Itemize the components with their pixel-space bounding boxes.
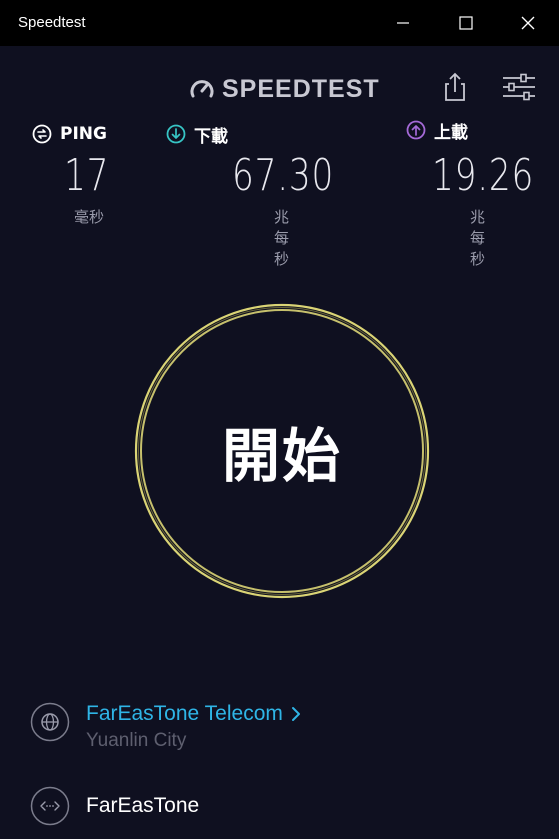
provider-name: FarEasTone Telecom — [86, 702, 283, 725]
connection-icon — [30, 786, 70, 826]
download-metric: 下載 67.30 兆每秒 — [166, 122, 333, 268]
isp-name: FarEasTone — [86, 794, 200, 817]
minimize-icon — [397, 22, 409, 24]
globe-icon — [30, 702, 70, 742]
speedometer-icon — [190, 80, 214, 98]
ping-unit: 毫秒 — [74, 208, 105, 226]
server-provider-row: FarEasTone Telecom Yuanlin City — [30, 702, 301, 752]
isp-row: FarEasTone — [30, 786, 199, 826]
sliders-icon — [503, 73, 535, 101]
share-icon — [445, 72, 465, 101]
minimize-button[interactable] — [380, 0, 426, 46]
title-bar: Speedtest — [0, 0, 559, 46]
upload-metric: 上載 19.26 兆每秒 — [406, 118, 533, 268]
provider-link[interactable]: FarEasTone Telecom — [86, 702, 301, 726]
window-title: Speedtest — [18, 14, 86, 31]
start-button[interactable]: 開始 — [133, 302, 431, 600]
settings-button[interactable] — [500, 70, 538, 104]
close-icon — [521, 16, 535, 30]
ping-label: PING — [60, 124, 107, 144]
start-label: 開始 — [221, 422, 342, 490]
download-arrow-icon — [166, 124, 186, 144]
app-body: SPEEDTEST PING 17 毫秒 下載 67.30 兆每秒 上載 19.… — [0, 46, 559, 839]
ping-value: 17 — [64, 150, 110, 201]
ping-metric: PING 17 毫秒 — [32, 122, 108, 226]
download-unit: 兆每秒 — [274, 208, 290, 268]
download-label: 下載 — [194, 126, 228, 147]
maximize-button[interactable] — [443, 0, 489, 46]
maximize-icon — [459, 16, 473, 30]
download-value: 67.30 — [232, 150, 335, 201]
share-button[interactable] — [438, 70, 472, 104]
server-city: Yuanlin City — [86, 730, 187, 751]
upload-label: 上載 — [434, 122, 468, 143]
upload-arrow-icon — [406, 120, 426, 140]
upload-unit: 兆每秒 — [470, 208, 486, 268]
ping-icon — [32, 124, 52, 144]
upload-value: 19.26 — [432, 150, 535, 201]
logo-text: SPEEDTEST — [222, 74, 380, 103]
speedtest-logo: SPEEDTEST — [188, 74, 380, 104]
close-button[interactable] — [505, 0, 551, 46]
chevron-right-icon — [291, 707, 300, 721]
